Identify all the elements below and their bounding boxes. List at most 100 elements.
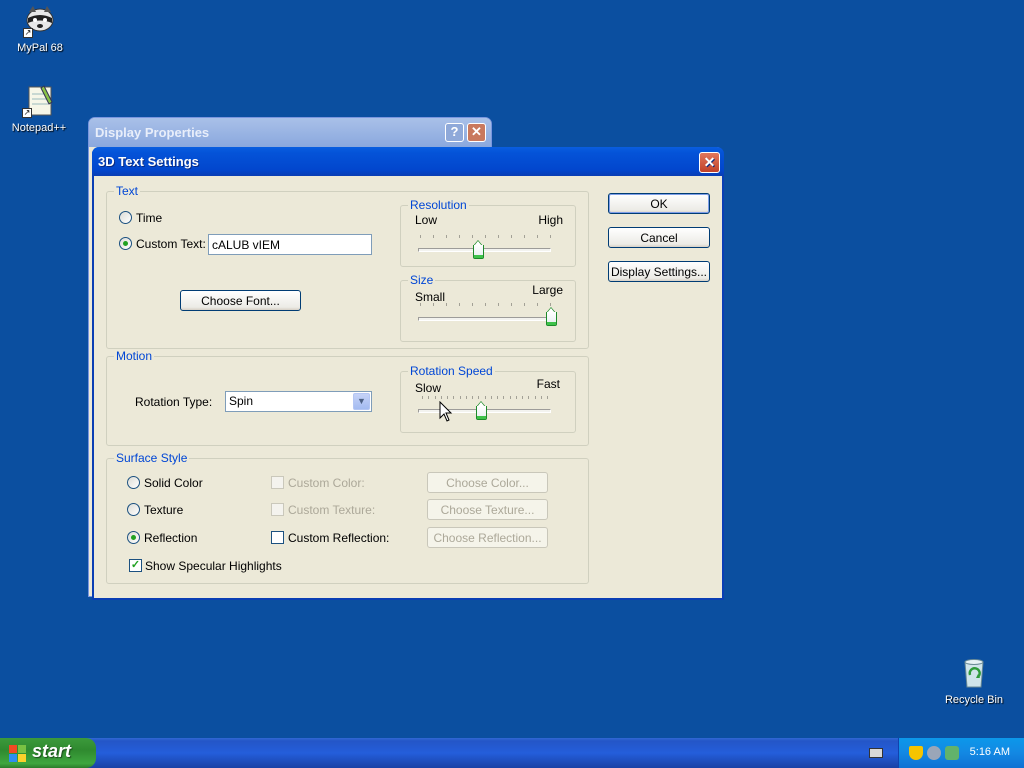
reflection-label: Reflection	[144, 531, 198, 545]
rotation-type-select[interactable]: Spin ▼	[225, 391, 372, 412]
rotation-speed-fast-label: Fast	[536, 377, 560, 391]
resolution-ticks	[420, 235, 551, 239]
size-large-label: Large	[532, 283, 563, 297]
rotation-speed-slider-thumb[interactable]	[475, 401, 487, 420]
recycle-bin-icon	[957, 656, 991, 690]
security-shield-icon[interactable]	[909, 746, 923, 760]
rotation-speed-ticks	[422, 396, 548, 400]
keyboard-icon[interactable]	[869, 748, 883, 758]
slider-tick	[490, 396, 492, 399]
slider-tick	[547, 396, 548, 399]
custom-text-radio[interactable]	[119, 237, 132, 250]
start-button[interactable]: start	[0, 738, 96, 768]
checkmark-icon: ✓	[130, 559, 141, 571]
resolution-track	[418, 248, 551, 252]
rotation-speed-group: Rotation Speed Slow Fast	[400, 364, 576, 433]
custom-reflection-checkbox[interactable]	[271, 531, 284, 544]
dialog-titlebar[interactable]: 3D Text Settings ✕	[92, 147, 724, 176]
slider-tick	[420, 303, 421, 306]
surface-style-group: Surface Style Solid Color Texture Reflec…	[106, 451, 589, 584]
slider-tick	[420, 235, 421, 238]
time-label: Time	[136, 211, 163, 225]
custom-color-label: Custom Color:	[288, 476, 365, 490]
slider-tick	[459, 235, 460, 238]
slider-tick	[472, 235, 473, 238]
slider-tick	[453, 396, 455, 399]
slider-tick	[540, 396, 542, 399]
choose-color-button[interactable]: Choose Color...	[427, 472, 548, 493]
time-radio[interactable]	[119, 211, 132, 224]
help-button[interactable]: ?	[445, 123, 464, 142]
texture-radio[interactable]	[127, 503, 140, 516]
slider-tick	[433, 303, 434, 306]
slider-tick	[446, 303, 447, 306]
custom-color-checkbox[interactable]	[271, 476, 284, 489]
close-button[interactable]: ✕	[699, 152, 720, 173]
slider-tick	[524, 303, 525, 306]
custom-texture-checkbox[interactable]	[271, 503, 284, 516]
slider-tick	[485, 235, 486, 238]
texture-label: Texture	[144, 503, 184, 517]
slider-tick	[522, 396, 523, 399]
clock: 5:16 AM	[969, 746, 1010, 758]
start-label: start	[32, 741, 72, 761]
desktop-icon-recycle-bin[interactable]: Recycle Bin	[934, 656, 1014, 706]
rotation-type-value: Spin	[229, 394, 254, 408]
slider-tick	[537, 235, 538, 238]
custom-reflection-label: Custom Reflection:	[288, 531, 390, 545]
display-settings-button[interactable]: Display Settings...	[608, 261, 710, 282]
update-icon[interactable]	[945, 746, 959, 760]
resolution-high-label: High	[538, 213, 563, 227]
windows-logo-icon	[9, 745, 26, 762]
taskbar: start 5:16 AM	[0, 738, 1024, 768]
solid-color-radio[interactable]	[127, 476, 140, 489]
3d-text-settings-dialog: 3D Text Settings ✕ Text Time Custom Text…	[92, 147, 724, 600]
dialog-title: 3D Text Settings	[98, 154, 199, 169]
slider-tick	[422, 396, 423, 399]
size-slider-thumb[interactable]	[546, 307, 557, 326]
slider-tick	[498, 303, 499, 306]
slider-tick	[446, 235, 447, 238]
slider-tick	[478, 396, 480, 399]
slider-tick	[459, 396, 461, 399]
mouse-cursor-icon	[439, 401, 453, 422]
slider-tick	[472, 396, 473, 399]
show-specular-checkbox[interactable]: ✓	[129, 559, 142, 572]
slider-tick	[440, 396, 442, 399]
reflection-radio[interactable]	[127, 531, 140, 544]
custom-text-label: Custom Text:	[136, 237, 206, 251]
ok-button[interactable]: OK	[608, 193, 710, 214]
raccoon-icon: ↗	[23, 4, 57, 38]
desktop-icon-label: MyPal 68	[17, 42, 63, 54]
slider-tick	[550, 303, 551, 306]
desktop-icon-notepadpp[interactable]: ↗ Notepad++	[0, 84, 79, 134]
cancel-button[interactable]: Cancel	[608, 227, 710, 248]
back-close-button[interactable]: ✕	[467, 123, 486, 142]
custom-text-input[interactable]	[208, 234, 372, 255]
slider-tick	[428, 396, 430, 399]
motion-group: Motion Rotation Type: Spin ▼ Rotation Sp…	[106, 349, 589, 446]
size-group: Size Small Large	[400, 273, 576, 342]
slider-tick	[485, 303, 486, 306]
choose-font-button[interactable]: Choose Font...	[180, 290, 301, 311]
choose-reflection-button[interactable]: Choose Reflection...	[427, 527, 548, 548]
slider-tick	[465, 396, 467, 399]
choose-texture-button[interactable]: Choose Texture...	[427, 499, 548, 520]
chevron-down-icon[interactable]: ▼	[353, 393, 370, 410]
slider-tick	[511, 235, 512, 238]
slider-tick	[472, 303, 473, 306]
text-group-legend: Text	[114, 184, 141, 198]
desktop-icon-mypal[interactable]: ↗ MyPal 68	[0, 4, 80, 54]
resolution-slider-thumb[interactable]	[472, 240, 484, 259]
display-properties-title: Display Properties	[89, 118, 491, 147]
desktop-icon-label: Recycle Bin	[944, 694, 1004, 706]
network-icon[interactable]	[927, 746, 941, 760]
desktop-icon-label: Notepad++	[11, 122, 67, 134]
slider-tick	[515, 396, 517, 399]
slider-tick	[498, 235, 499, 238]
slider-tick	[509, 396, 511, 399]
slider-tick	[497, 396, 498, 399]
slider-tick	[434, 396, 436, 399]
rotation-speed-slow-label: Slow	[415, 381, 442, 395]
slider-tick	[503, 396, 505, 399]
